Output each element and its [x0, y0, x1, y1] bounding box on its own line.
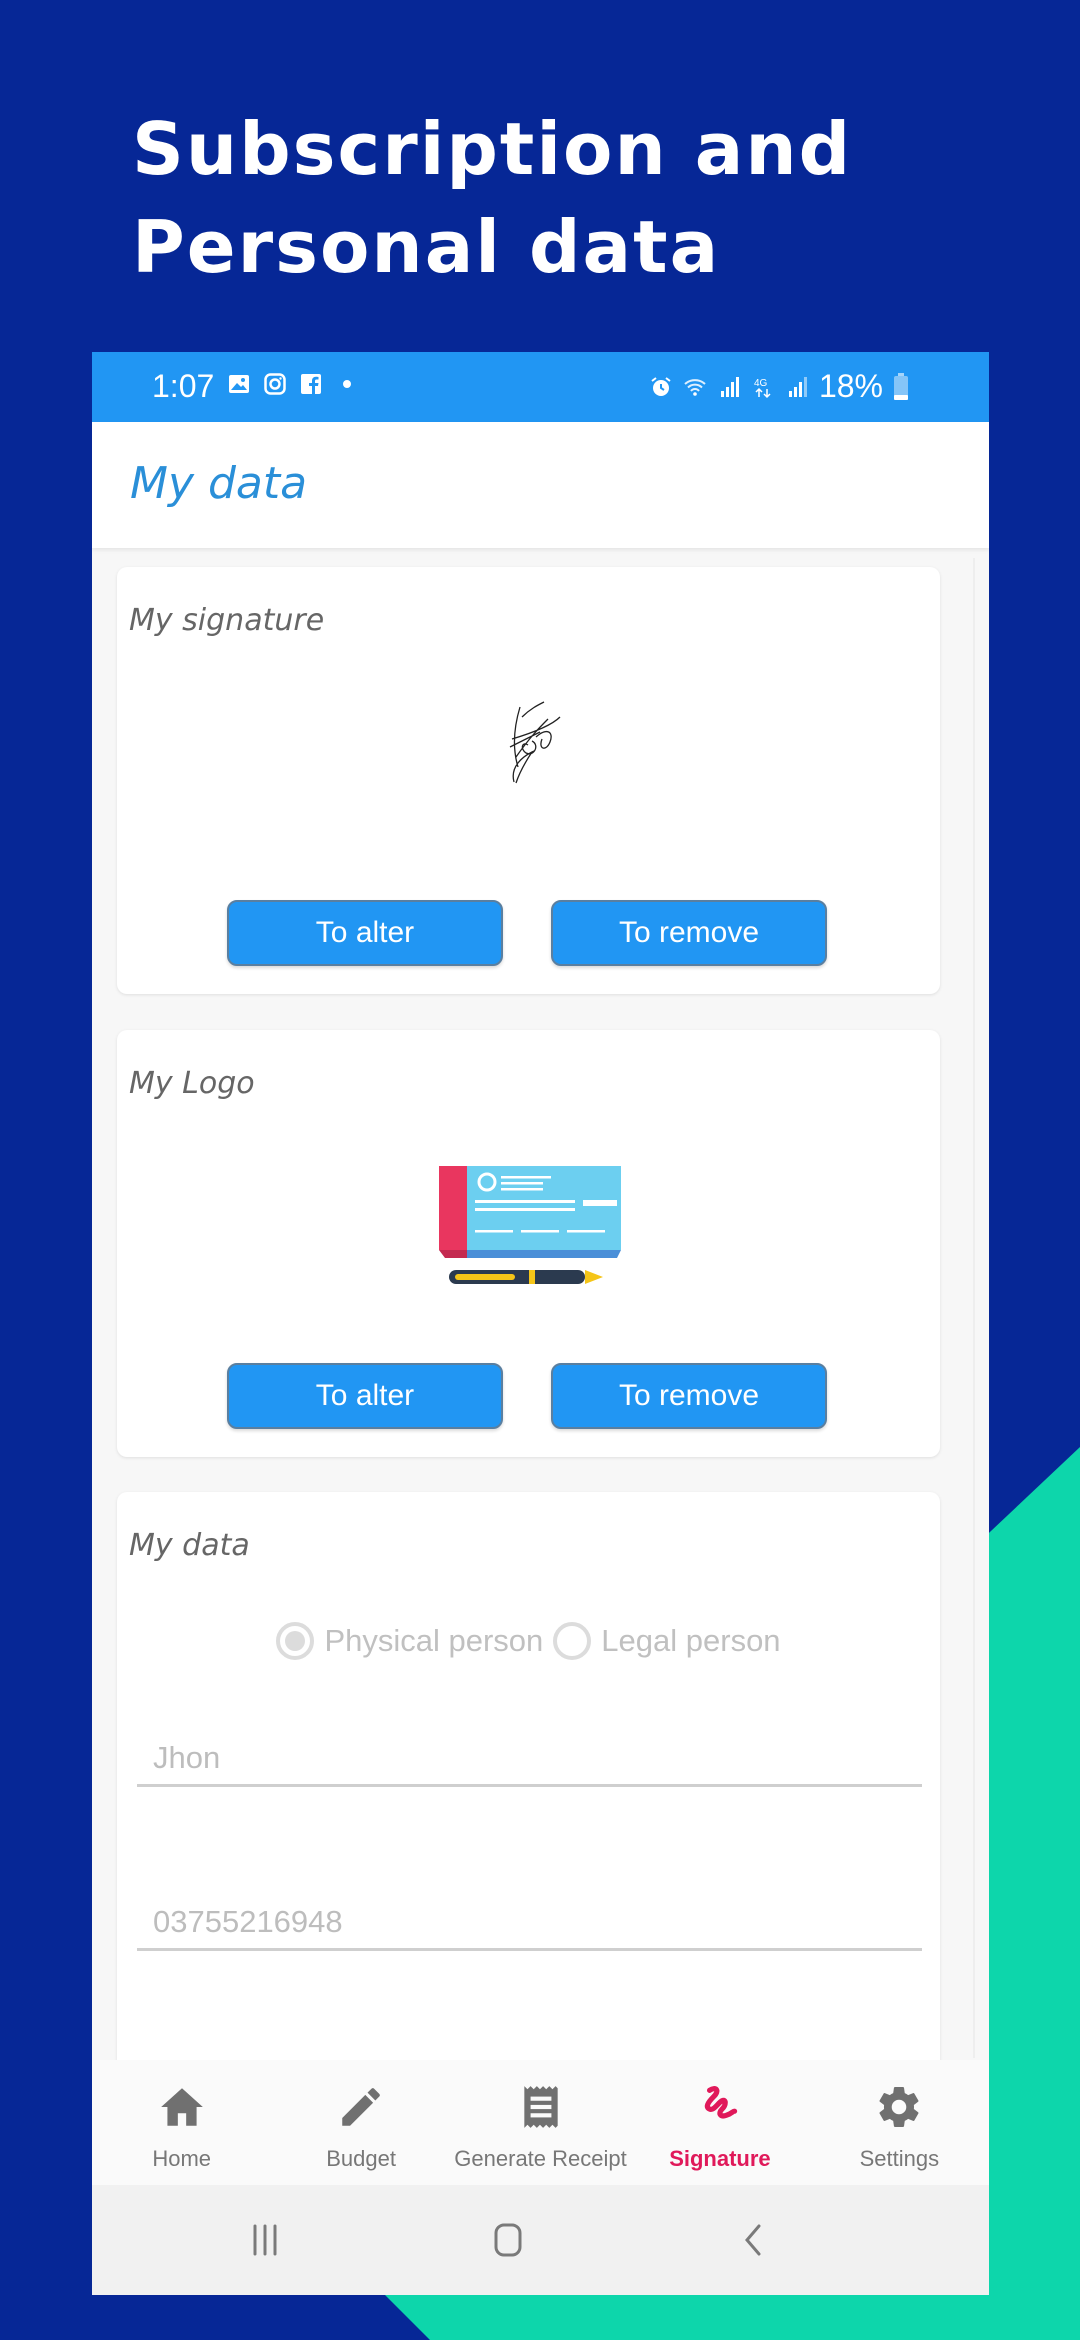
logo-image [439, 1166, 621, 1284]
gallery-icon [229, 375, 249, 393]
signature-card: My signature To alter To remove [117, 567, 940, 994]
promo-headline: Subscription and Personal data [132, 100, 852, 296]
wifi-icon [684, 378, 706, 396]
receipt-icon [523, 2086, 558, 2128]
back-button[interactable] [728, 2215, 778, 2265]
battery-percentage: 18% [818, 368, 883, 404]
physical-person-label[interactable]: Physical person [324, 1623, 543, 1659]
recents-icon [253, 2224, 277, 2256]
logo-card-title: My Logo [129, 1066, 255, 1101]
phone-screen: 1:07 4G 18% My data My signature To alte… [92, 352, 989, 2295]
personal-data-card: My data Physical person Legal person Jho… [117, 1492, 940, 2060]
nav-item-settings[interactable]: Settings [810, 2060, 989, 2185]
name-field[interactable]: Jhon [137, 1740, 922, 1787]
nav-item-home[interactable]: Home [92, 2060, 271, 2185]
nav-item-budget[interactable]: Budget [271, 2060, 450, 2185]
svg-text:4G: 4G [754, 378, 768, 389]
back-icon [745, 2224, 761, 2256]
signature-remove-button[interactable]: To remove [551, 900, 827, 966]
system-status-icons: 4G 18% [649, 368, 909, 405]
dot-icon [343, 380, 351, 388]
nav-label-signature: Signature [669, 2146, 771, 2171]
headline-line-1: Subscription and [132, 107, 853, 191]
notification-icons [227, 372, 359, 396]
signature-card-title: My signature [129, 603, 325, 638]
nav-label-budget: Budget [326, 2146, 396, 2171]
bottom-navigation: Home Budget Generate Receipt Signature S… [92, 2060, 989, 2185]
system-navigation-bar [92, 2185, 989, 2295]
home-system-button[interactable] [483, 2215, 533, 2265]
4g-icon: 4G [754, 378, 771, 398]
logo-alter-button[interactable]: To alter [227, 1363, 503, 1429]
alarm-icon [651, 376, 671, 396]
physical-person-radio[interactable] [276, 1622, 315, 1660]
signature-image [509, 701, 561, 784]
legal-person-label[interactable]: Legal person [601, 1623, 780, 1659]
headline-line-2: Personal data [132, 205, 721, 289]
instagram-icon [264, 373, 286, 395]
content-scroll[interactable]: My signature To alter To remove My Logo [92, 548, 989, 2060]
nav-label-generate-receipt: Generate Receipt [454, 2146, 627, 2171]
phone-field[interactable]: 03755216948 [137, 1904, 922, 1951]
nav-label-settings: Settings [859, 2146, 940, 2171]
nav-item-generate-receipt[interactable]: Generate Receipt [451, 2060, 630, 2185]
person-type-radio-group: Physical person Legal person [117, 1622, 940, 1660]
recents-button[interactable] [240, 2215, 290, 2265]
radio-selected-dot [285, 1631, 306, 1651]
pencil-icon [342, 2088, 380, 2126]
signature-alter-button[interactable]: To alter [227, 900, 503, 966]
facebook-icon [301, 374, 321, 394]
nav-label-home: Home [152, 2146, 212, 2171]
status-bar: 1:07 4G 18% [92, 352, 989, 422]
status-time: 1:07 [152, 368, 215, 404]
legal-person-radio[interactable] [553, 1622, 592, 1660]
gear-icon [879, 2086, 919, 2128]
logo-card: My Logo To alter To remove [117, 1030, 940, 1457]
page-title: My data [130, 458, 308, 509]
nav-item-signature[interactable]: Signature [630, 2060, 809, 2185]
battery-icon [894, 372, 908, 400]
home-button-icon [494, 2223, 522, 2257]
data-card-title: My data [129, 1528, 250, 1563]
home-icon [160, 2088, 203, 2126]
scrollbar[interactable] [973, 558, 975, 2058]
logo-remove-button[interactable]: To remove [551, 1363, 827, 1429]
app-bar: My data [92, 422, 989, 548]
signature-icon [704, 2086, 738, 2119]
signal-icon [720, 376, 739, 397]
signal-icon [788, 376, 807, 397]
